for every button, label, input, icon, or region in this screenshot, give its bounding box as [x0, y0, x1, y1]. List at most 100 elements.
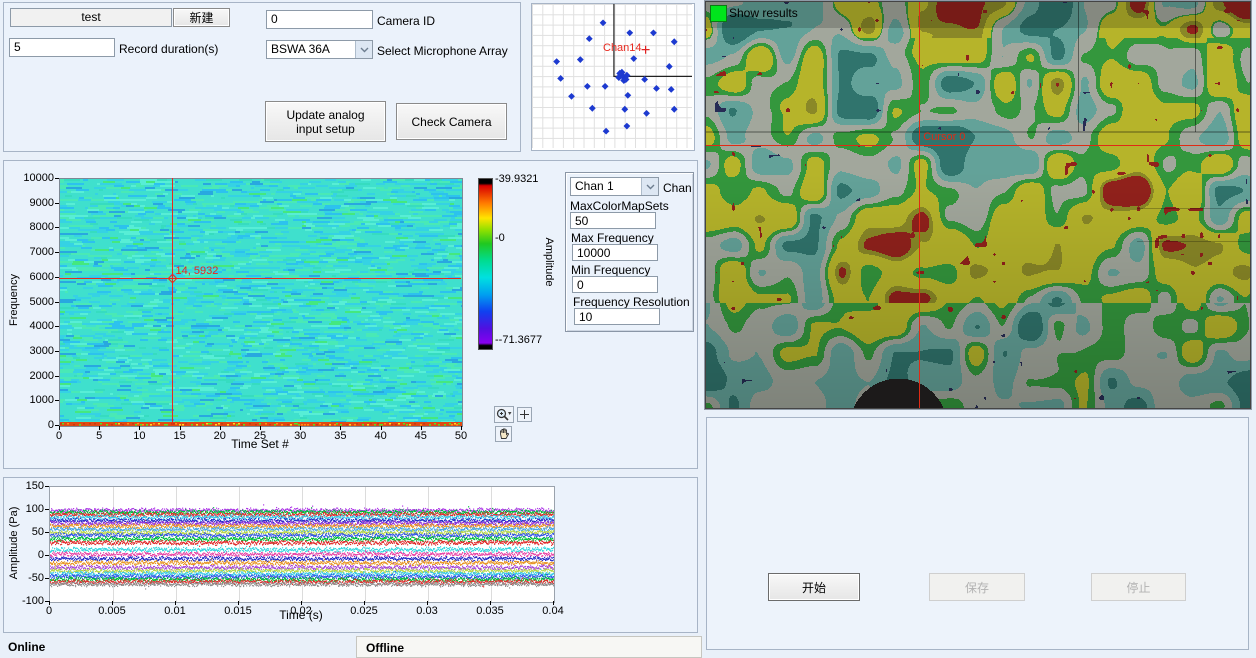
camera-canvas[interactable]	[706, 2, 1250, 408]
start-button[interactable]: 开始	[768, 573, 860, 601]
tick-mark	[55, 400, 59, 401]
spectrogram-y-tick: 4000	[12, 320, 54, 332]
spectrogram-x-tick: 35	[320, 430, 360, 442]
waveform-x-tick: 0.005	[87, 605, 137, 617]
mic-array-plot[interactable]	[532, 4, 692, 148]
mic-array-select[interactable]: BSWA 36A	[266, 40, 373, 59]
show-results-led[interactable]	[710, 5, 727, 22]
maxcolormapsets-input[interactable]: 50	[570, 212, 656, 229]
waveform-y-tick: -50	[4, 572, 44, 584]
tick-mark	[45, 578, 49, 579]
spectrogram-cursor-label: 14, 5932	[176, 265, 219, 277]
spectrogram-y-tick: 10000	[12, 172, 54, 184]
tick-mark	[381, 426, 382, 430]
tick-mark	[55, 203, 59, 204]
mic-cursor-label: Chan14	[603, 42, 642, 54]
spectrogram-y-tick: 2000	[12, 370, 54, 382]
max-frequency-input[interactable]: 10000	[572, 244, 658, 261]
chevron-down-icon[interactable]	[641, 178, 658, 195]
offline-status-bar	[356, 636, 702, 658]
tick-mark	[59, 426, 60, 430]
frequency-resolution-input[interactable]: 10	[574, 308, 660, 325]
tick-mark	[175, 601, 176, 605]
tick-mark	[490, 601, 491, 605]
record-duration-label: Record duration(s)	[119, 42, 218, 56]
tick-mark	[421, 426, 422, 430]
spectrogram-cursor-h[interactable]	[59, 278, 461, 279]
tick-mark	[301, 601, 302, 605]
spectrogram-x-tick: 25	[240, 430, 280, 442]
tick-mark	[340, 426, 341, 430]
tick-mark	[238, 601, 239, 605]
tick-mark	[553, 601, 554, 605]
tick-mark	[220, 426, 221, 430]
spectrogram-canvas[interactable]	[59, 178, 463, 427]
tick-mark	[55, 376, 59, 377]
app-window: test 新建 5 Record duration(s) 0 Camera ID…	[0, 0, 1256, 658]
test-name-input[interactable]: test	[10, 8, 172, 27]
colorbar-min-label: --71.3677	[495, 334, 542, 346]
tick-mark	[260, 426, 261, 430]
pan-tool-button[interactable]	[495, 426, 512, 442]
amplitude-axis-label: Amplitude	[543, 232, 555, 292]
plus-icon	[520, 410, 529, 419]
mic-array-select-value: BSWA 36A	[271, 42, 330, 56]
crosshair-tool-button[interactable]	[517, 407, 532, 422]
tick-mark	[55, 227, 59, 228]
new-button[interactable]: 新建	[173, 8, 230, 27]
waveform-x-tick: 0.035	[465, 605, 515, 617]
tick-mark	[139, 426, 140, 430]
camera-id-input[interactable]: 0	[266, 10, 373, 29]
colorbar	[478, 178, 493, 350]
chan-select-value: Chan 1	[575, 179, 614, 193]
waveform-x-tick: 0.02	[276, 605, 326, 617]
spectrogram-y-tick: 3000	[12, 345, 54, 357]
spectrogram-x-tick: 30	[280, 430, 320, 442]
tick-mark	[55, 178, 59, 179]
offline-status: Offline	[366, 641, 404, 655]
tick-mark	[427, 601, 428, 605]
colorbar-zero-label: -0	[495, 232, 505, 244]
spectrogram-x-tick: 20	[200, 430, 240, 442]
spectrogram-y-tick: 7000	[12, 246, 54, 258]
show-results-label: Show results	[729, 6, 798, 20]
save-button[interactable]: 保存	[929, 573, 1025, 601]
maxcolormapsets-label: MaxColorMapSets	[570, 199, 669, 213]
waveform-x-tick: 0.015	[213, 605, 263, 617]
hand-icon	[498, 428, 510, 440]
actions-panel	[706, 417, 1249, 650]
spectrogram-cursor-v[interactable]	[172, 178, 173, 425]
tick-mark	[45, 509, 49, 510]
tick-mark	[55, 277, 59, 278]
chan-select[interactable]: Chan 1	[570, 177, 659, 196]
camera-cursor-v[interactable]	[919, 2, 920, 408]
frequency-resolution-label: Frequency Resolution	[573, 295, 690, 309]
tick-mark	[55, 326, 59, 327]
waveform-x-tick: 0.01	[150, 605, 200, 617]
update-analog-button[interactable]: Update analog input setup	[265, 101, 386, 142]
min-frequency-input[interactable]: 0	[572, 276, 658, 293]
tick-mark	[364, 601, 365, 605]
tick-mark	[45, 532, 49, 533]
tick-mark	[300, 426, 301, 430]
waveform-x-tick: 0.025	[339, 605, 389, 617]
spectrogram-y-tick: 1000	[12, 394, 54, 406]
check-camera-button[interactable]: Check Camera	[396, 103, 507, 140]
tick-mark	[112, 601, 113, 605]
tick-mark	[49, 601, 50, 605]
spectrogram-x-tick: 5	[79, 430, 119, 442]
stop-button[interactable]: 停止	[1091, 573, 1186, 601]
spectrogram-x-tick: 50	[441, 430, 481, 442]
tick-mark	[99, 426, 100, 430]
spectrogram-x-tick: 0	[39, 430, 79, 442]
colorbar-max-label: -39.9321	[495, 173, 538, 185]
record-duration-input[interactable]: 5	[9, 38, 115, 57]
zoom-tool-button[interactable]	[494, 406, 514, 423]
tick-mark	[461, 426, 462, 430]
camera-cursor-h[interactable]	[706, 145, 1250, 146]
tick-mark	[55, 252, 59, 253]
chevron-down-icon[interactable]	[355, 41, 372, 58]
max-frequency-label: Max Frequency	[571, 231, 654, 245]
waveform-y-tick: 0	[4, 549, 44, 561]
waveform-canvas[interactable]	[49, 486, 555, 603]
